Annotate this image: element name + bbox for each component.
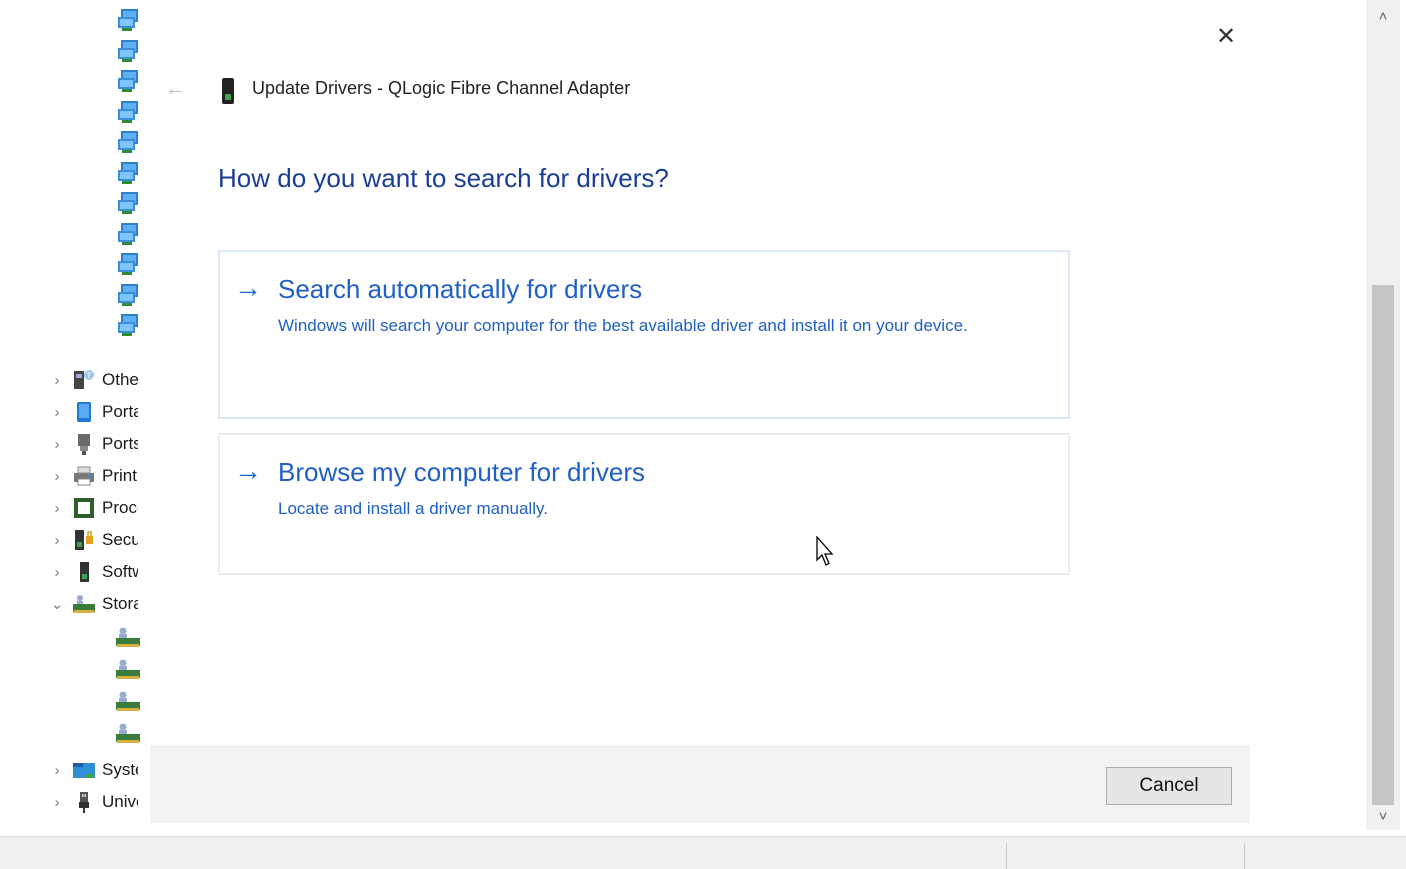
tree-node-other-devices[interactable]: › ? Other devices	[46, 364, 166, 396]
tree-node-software-devices[interactable]: › Software devices	[46, 556, 166, 588]
port-icon	[72, 432, 96, 456]
scroll-up-icon[interactable]: ˄	[1366, 8, 1400, 32]
storage-controller-icon[interactable]	[114, 624, 142, 652]
network-adapter-icon[interactable]	[116, 161, 142, 187]
tree-node-label: Security devices	[102, 530, 138, 549]
page-heading: How do you want to search for drivers?	[218, 163, 669, 193]
scrollbar-thumb[interactable]	[1372, 285, 1394, 805]
storage-controller-icon[interactable]	[114, 688, 142, 716]
storage-controller-icon[interactable]	[114, 720, 142, 748]
tree-node-portable-devices[interactable]: › Portable Devices	[46, 396, 166, 428]
chevron-right-icon[interactable]: ›	[46, 532, 68, 549]
tree-node-ports[interactable]: › Ports (COM & LPT)	[46, 428, 166, 460]
tree-node-label: Portable Devices	[102, 402, 138, 421]
chevron-right-icon[interactable]: ›	[46, 468, 68, 485]
network-adapter-icon[interactable]	[116, 191, 142, 217]
network-adapter-icon[interactable]	[116, 8, 142, 34]
dialog-footer: Cancel	[150, 746, 1250, 823]
network-adapter-icon[interactable]	[116, 222, 142, 248]
tree-node-processors[interactable]: › Processors	[46, 492, 166, 524]
device-tree: › ? Other devices › Portable Devices › P…	[0, 0, 160, 830]
tree-node-label: Software devices	[102, 562, 138, 581]
chevron-right-icon[interactable]: ›	[46, 794, 68, 811]
storage-controller-icon[interactable]	[114, 656, 142, 684]
network-adapter-icon[interactable]	[116, 100, 142, 126]
update-drivers-dialog: ✕ ← Update Drivers - QLogic Fibre Channe…	[150, 0, 1250, 830]
dialog-title: Update Drivers - QLogic Fibre Channel Ad…	[252, 78, 631, 98]
tree-node-storage-controllers[interactable]: ⌄ Storage controllers	[46, 588, 166, 620]
tree-node-label: Processors	[102, 498, 138, 517]
tree-node-print-queues[interactable]: › Print queues	[46, 460, 166, 492]
arrow-right-icon: →	[234, 455, 262, 486]
chevron-right-icon[interactable]: ›	[46, 564, 68, 581]
network-adapter-icon[interactable]	[116, 252, 142, 278]
back-button[interactable]: ←	[160, 74, 190, 104]
usb-icon	[72, 790, 96, 814]
tree-node-label: System devices	[102, 760, 138, 779]
tree-node-label: Universal Serial Bus controllers	[102, 792, 138, 811]
network-adapter-icon[interactable]	[116, 130, 142, 156]
portable-device-icon	[72, 400, 96, 424]
search-automatically-option[interactable]: → Search automatically for drivers Windo…	[218, 250, 1070, 419]
system-devices-icon	[72, 758, 96, 782]
option-description: Windows will search your computer for th…	[278, 316, 968, 335]
chevron-down-icon[interactable]: ⌄	[46, 595, 68, 613]
software-device-icon	[72, 560, 96, 584]
chevron-right-icon[interactable]: ›	[46, 404, 68, 421]
tree-node-label: Other devices	[102, 370, 138, 389]
network-adapter-icon[interactable]	[116, 39, 142, 65]
chevron-right-icon[interactable]: ›	[46, 762, 68, 779]
tree-node-security-devices[interactable]: › Security devices	[46, 524, 166, 556]
other-devices-icon: ?	[72, 368, 96, 392]
processor-icon	[72, 496, 96, 520]
arrow-right-icon: →	[234, 272, 262, 303]
scroll-down-icon[interactable]: ˅	[1366, 808, 1400, 830]
adapter-device-icon	[222, 78, 234, 104]
network-adapter-icon[interactable]	[116, 283, 142, 309]
close-icon: ✕	[1215, 22, 1237, 50]
browse-computer-option[interactable]: → Browse my computer for drivers Locate …	[218, 433, 1070, 575]
network-adapter-icon[interactable]	[116, 313, 142, 339]
tree-node-usb-controllers[interactable]: › Universal Serial Bus controllers	[46, 786, 166, 818]
status-pane	[1006, 843, 1245, 869]
option-description: Locate and install a driver manually.	[278, 499, 548, 518]
option-title: Search automatically for drivers	[278, 274, 643, 304]
status-bar	[0, 836, 1406, 869]
tree-node-system-devices[interactable]: › System devices	[46, 754, 166, 786]
status-pane	[1244, 843, 1405, 869]
close-button[interactable]: ✕	[1208, 18, 1244, 54]
vertical-scrollbar[interactable]: ˄ ˅	[1366, 0, 1400, 830]
mouse-cursor-icon	[816, 536, 834, 566]
cancel-button[interactable]: Cancel	[1106, 767, 1232, 805]
option-title: Browse my computer for drivers	[278, 457, 645, 487]
chevron-right-icon[interactable]: ›	[46, 372, 68, 389]
tree-node-label: Ports (COM & LPT)	[102, 434, 138, 453]
chevron-right-icon[interactable]: ›	[46, 500, 68, 517]
tree-node-label: Print queues	[102, 466, 138, 485]
back-arrow-icon: ←	[165, 77, 185, 100]
network-adapter-icon[interactable]	[116, 69, 142, 95]
storage-controller-icon	[72, 592, 96, 616]
chevron-right-icon[interactable]: ›	[46, 436, 68, 453]
printer-icon	[72, 464, 96, 488]
svg-text:?: ?	[87, 371, 91, 380]
tree-node-label: Storage controllers	[102, 594, 138, 613]
security-device-icon	[72, 528, 96, 552]
